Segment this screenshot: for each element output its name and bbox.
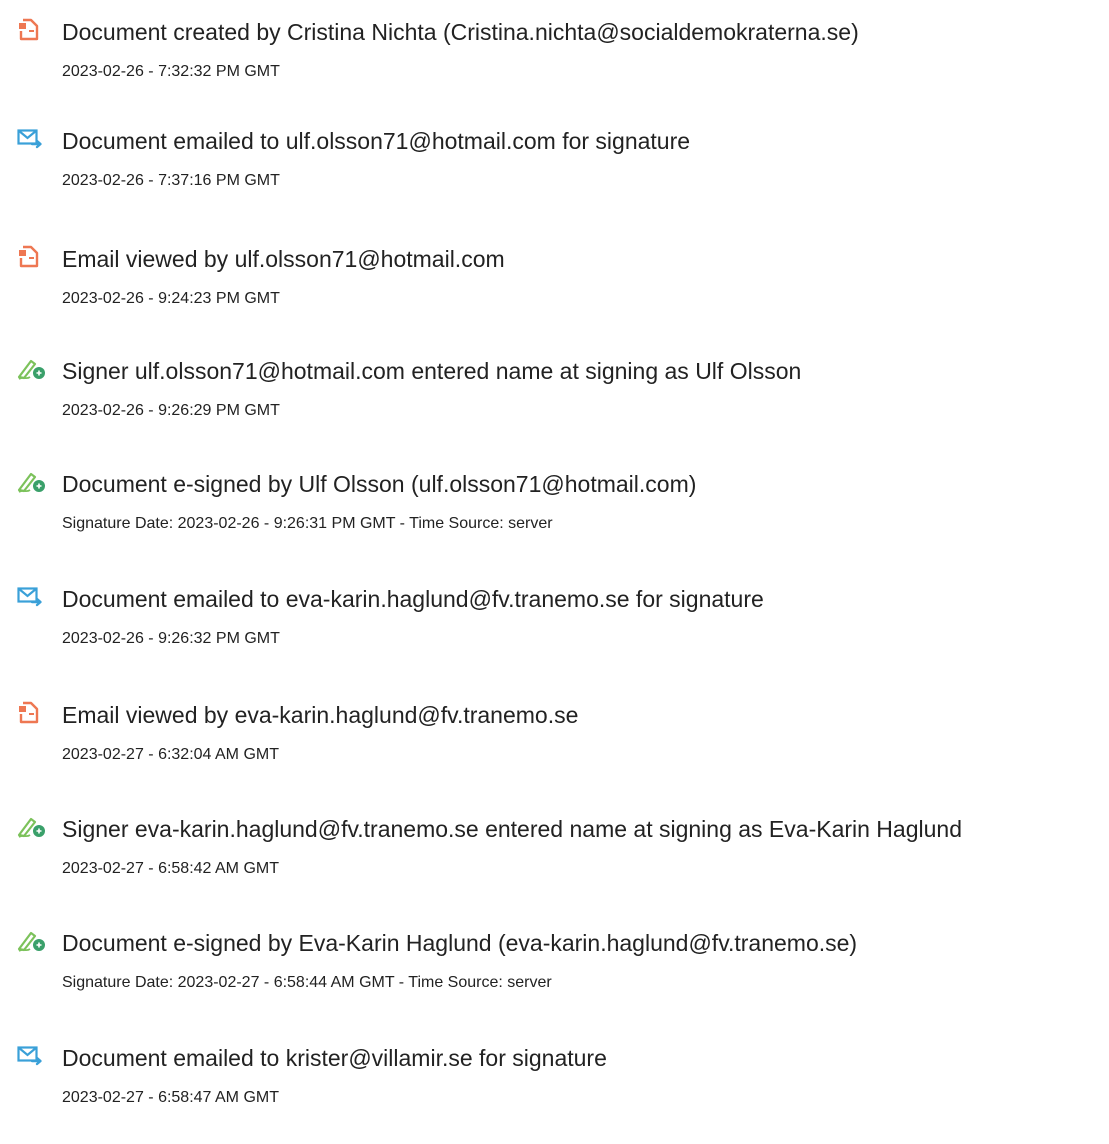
audit-event: Email viewed by ulf.olsson71@hotmail.com… <box>0 245 1109 345</box>
audit-event: Document emailed to krister@villamir.se … <box>0 1044 1109 1144</box>
audit-event: Signer ulf.olsson71@hotmail.com entered … <box>0 357 1109 457</box>
event-title: Document e-signed by Ulf Olsson (ulf.ols… <box>62 471 697 497</box>
document-icon <box>17 18 47 42</box>
signature-icon <box>17 470 47 494</box>
email-icon <box>17 1044 47 1068</box>
email-icon <box>17 585 47 609</box>
event-title: Email viewed by ulf.olsson71@hotmail.com <box>62 246 505 272</box>
event-title: Document emailed to ulf.olsson71@hotmail… <box>62 128 691 154</box>
event-title: Email viewed by eva-karin.haglund@fv.tra… <box>62 702 579 728</box>
audit-event: Document created by Cristina Nichta (Cri… <box>0 18 1109 118</box>
event-date: 2023-02-27 - 6:58:42 AM GMT <box>62 860 279 877</box>
event-date: Signature Date: 2023-02-26 - 9:26:31 PM … <box>62 515 553 532</box>
event-date: 2023-02-26 - 9:24:23 PM GMT <box>62 290 280 307</box>
document-icon <box>17 245 47 269</box>
event-date: 2023-02-27 - 6:32:04 AM GMT <box>62 746 279 763</box>
event-title: Document e-signed by Eva-Karin Haglund (… <box>62 930 858 956</box>
audit-event: Document e-signed by Ulf Olsson (ulf.ols… <box>0 470 1109 570</box>
audit-event: Document e-signed by Eva-Karin Haglund (… <box>0 929 1109 1029</box>
email-icon <box>17 127 47 151</box>
audit-event: Signer eva-karin.haglund@fv.tranemo.se e… <box>0 815 1109 915</box>
event-title: Document created by Cristina Nichta (Cri… <box>62 19 859 45</box>
event-title: Signer eva-karin.haglund@fv.tranemo.se e… <box>62 816 962 842</box>
event-date: 2023-02-27 - 6:58:47 AM GMT <box>62 1089 279 1106</box>
event-date: 2023-02-26 - 7:37:16 PM GMT <box>62 172 280 189</box>
event-title: Document emailed to krister@villamir.se … <box>62 1045 607 1071</box>
audit-event: Email viewed by eva-karin.haglund@fv.tra… <box>0 701 1109 801</box>
event-date: 2023-02-26 - 7:32:32 PM GMT <box>62 63 280 80</box>
signature-icon <box>17 929 47 953</box>
signature-icon <box>17 357 47 381</box>
event-date: 2023-02-26 - 9:26:29 PM GMT <box>62 402 280 419</box>
event-date: 2023-02-26 - 9:26:32 PM GMT <box>62 630 280 647</box>
event-title: Document emailed to eva-karin.haglund@fv… <box>62 586 764 612</box>
audit-event: Document emailed to eva-karin.haglund@fv… <box>0 585 1109 685</box>
audit-event: Document emailed to ulf.olsson71@hotmail… <box>0 127 1109 227</box>
signature-icon <box>17 815 47 839</box>
document-icon <box>17 701 47 725</box>
event-title: Signer ulf.olsson71@hotmail.com entered … <box>62 358 802 384</box>
event-date: Signature Date: 2023-02-27 - 6:58:44 AM … <box>62 974 552 991</box>
